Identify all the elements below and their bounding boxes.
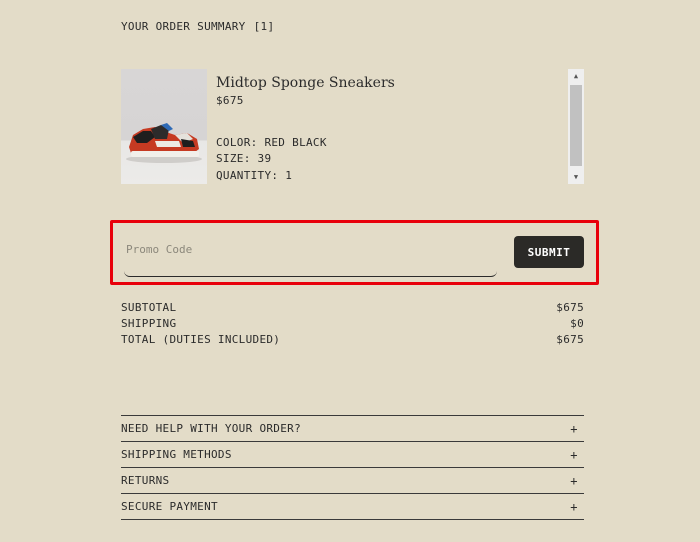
accordion-shipping-methods[interactable]: SHIPPING METHODS + xyxy=(121,442,584,468)
promo-code-input[interactable] xyxy=(124,234,497,277)
product-name[interactable]: Midtop Sponge Sneakers xyxy=(216,75,395,91)
product-price: $675 xyxy=(216,94,244,107)
plus-icon[interactable]: + xyxy=(567,474,581,488)
order-summary-heading: YOUR ORDER SUMMARY [1] xyxy=(121,20,274,33)
order-item-list: Midtop Sponge Sneakers $675 COLOR: RED B… xyxy=(121,69,584,185)
order-totals: SUBTOTAL $675 SHIPPING $0 TOTAL (DUTIES … xyxy=(121,300,584,348)
accordion-shipping-methods-label: SHIPPING METHODS xyxy=(121,448,232,461)
accordion-secure-payment-label: SECURE PAYMENT xyxy=(121,500,218,513)
order-summary-title: YOUR ORDER SUMMARY xyxy=(121,20,246,33)
accordion-returns-label: RETURNS xyxy=(121,474,170,487)
shipping-label: SHIPPING xyxy=(121,317,177,330)
plus-icon[interactable]: + xyxy=(567,422,581,436)
item-list-scrollbar[interactable]: ▲ ▼ xyxy=(568,69,584,184)
accordion-need-help[interactable]: NEED HELP WITH YOUR ORDER? + xyxy=(121,416,584,442)
product-color: COLOR: RED BLACK xyxy=(216,136,327,149)
subtotal-row: SUBTOTAL $675 xyxy=(121,300,584,316)
total-row: TOTAL (DUTIES INCLUDED) $675 xyxy=(121,332,584,348)
accordion-need-help-label: NEED HELP WITH YOUR ORDER? xyxy=(121,422,301,435)
promo-code-section: SUBMIT xyxy=(110,220,599,285)
product-size: SIZE: 39 xyxy=(216,152,272,165)
subtotal-value: $675 xyxy=(556,301,584,314)
total-value: $675 xyxy=(556,333,584,346)
help-accordion: NEED HELP WITH YOUR ORDER? + SHIPPING ME… xyxy=(121,415,584,520)
scrollbar-thumb[interactable] xyxy=(570,85,582,166)
product-quantity: QUANTITY: 1 xyxy=(216,169,293,182)
accordion-returns[interactable]: RETURNS + xyxy=(121,468,584,494)
accordion-secure-payment[interactable]: SECURE PAYMENT + xyxy=(121,494,584,520)
sneaker-image xyxy=(121,69,207,184)
shipping-row: SHIPPING $0 xyxy=(121,316,584,332)
order-item-count: [1] xyxy=(253,20,275,33)
scroll-down-arrow-icon[interactable]: ▼ xyxy=(568,170,584,184)
sneaker-illustration xyxy=(126,123,202,163)
plus-icon[interactable]: + xyxy=(567,500,581,514)
submit-promo-button[interactable]: SUBMIT xyxy=(514,236,584,268)
shipping-value: $0 xyxy=(570,317,584,330)
subtotal-label: SUBTOTAL xyxy=(121,301,177,314)
plus-icon[interactable]: + xyxy=(567,448,581,462)
total-label: TOTAL (DUTIES INCLUDED) xyxy=(121,333,281,346)
scroll-up-arrow-icon[interactable]: ▲ xyxy=(568,69,584,83)
